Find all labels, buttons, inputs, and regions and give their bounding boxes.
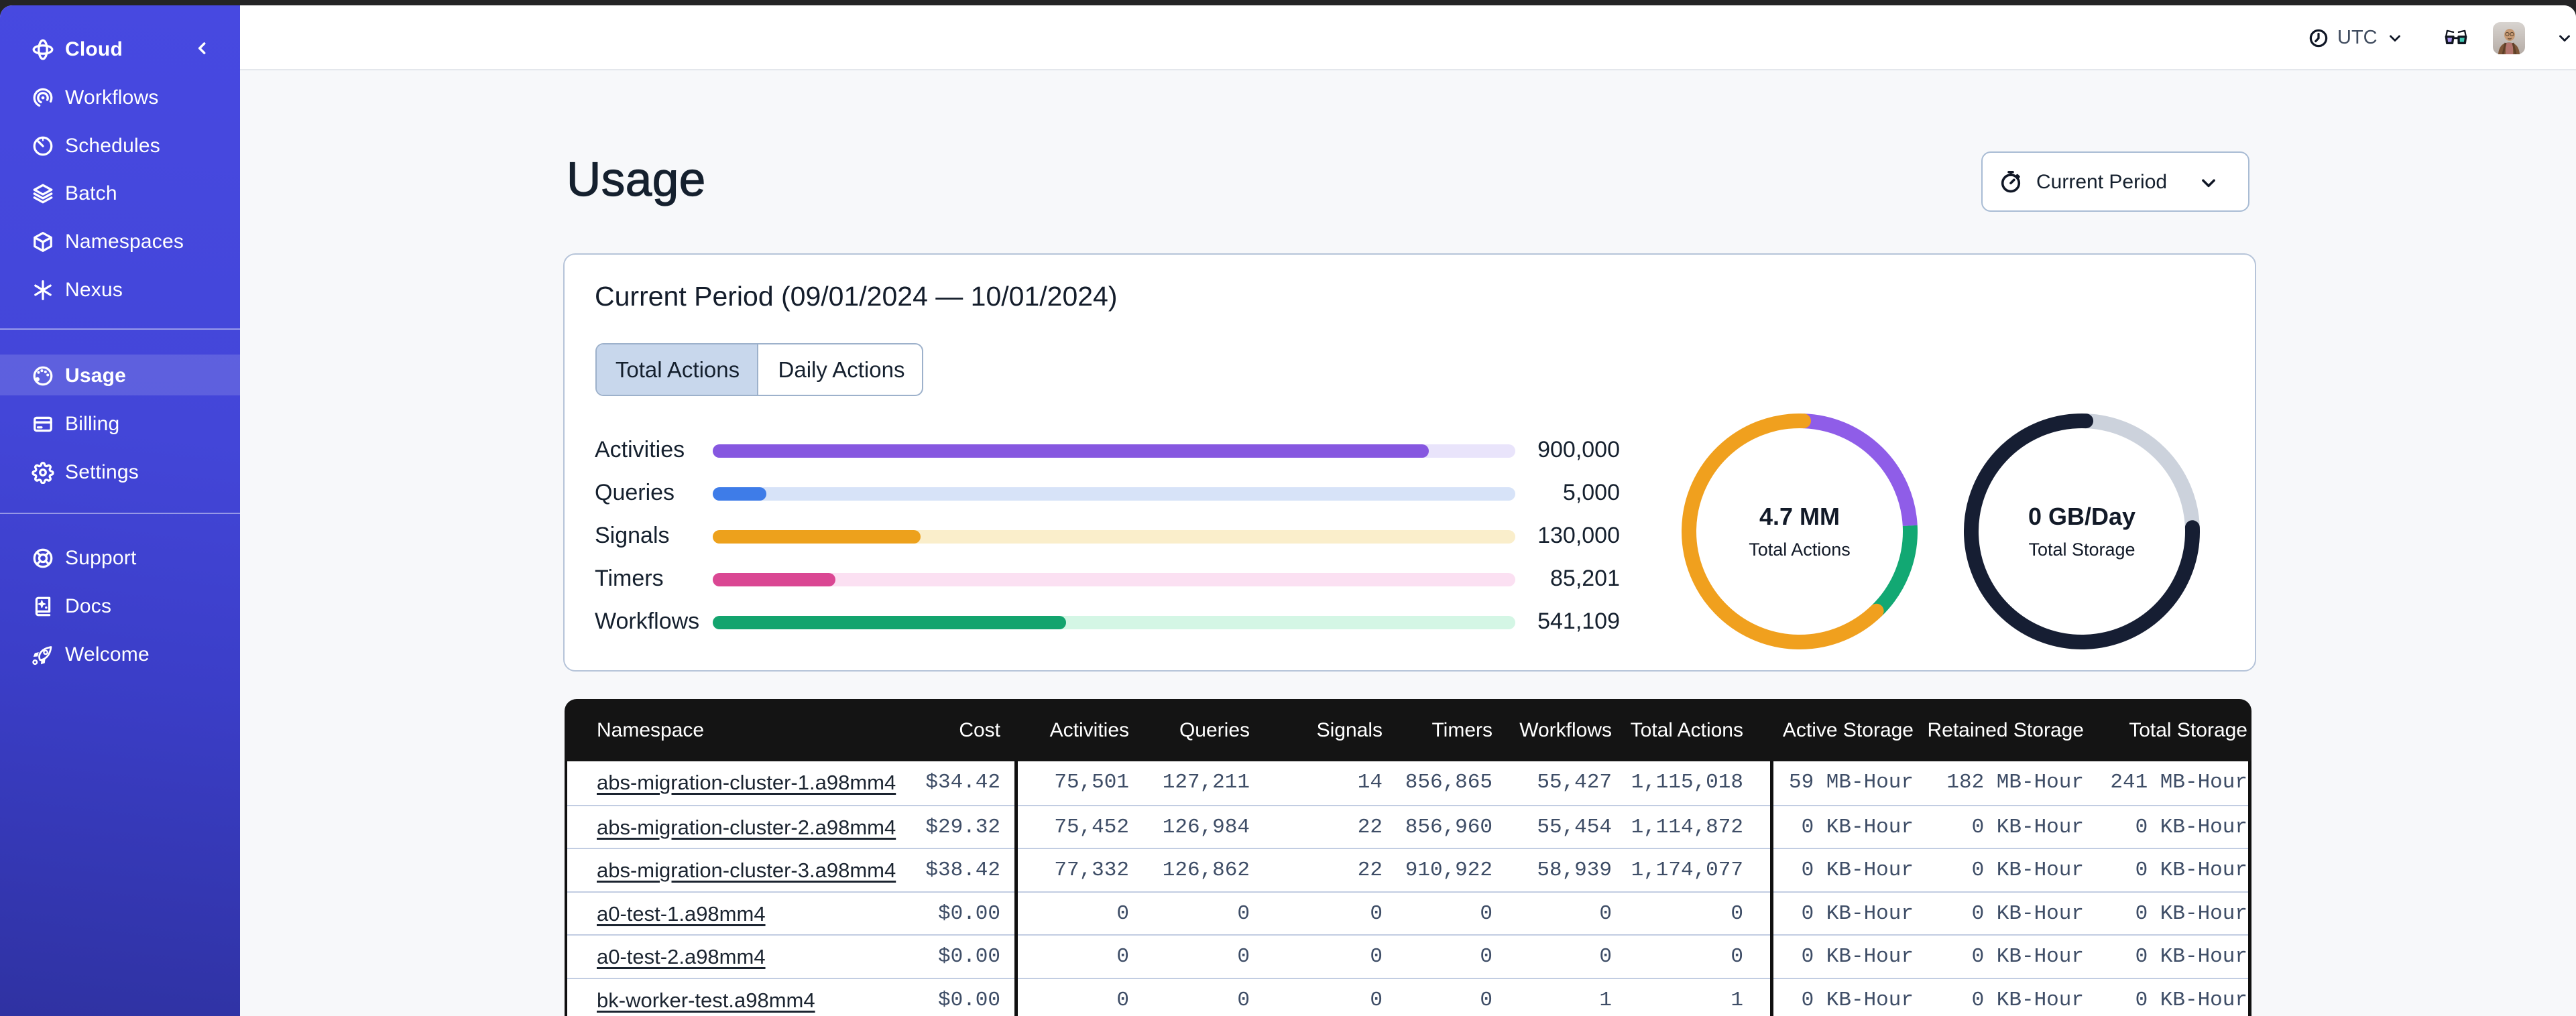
svg-text:Total Actions: Total Actions bbox=[1749, 539, 1851, 560]
svg-text:Total Storage: Total Storage bbox=[2028, 539, 2135, 560]
svg-text:4.7 MM: 4.7 MM bbox=[1759, 503, 1840, 530]
svg-text:0 GB/Day: 0 GB/Day bbox=[2028, 503, 2135, 530]
